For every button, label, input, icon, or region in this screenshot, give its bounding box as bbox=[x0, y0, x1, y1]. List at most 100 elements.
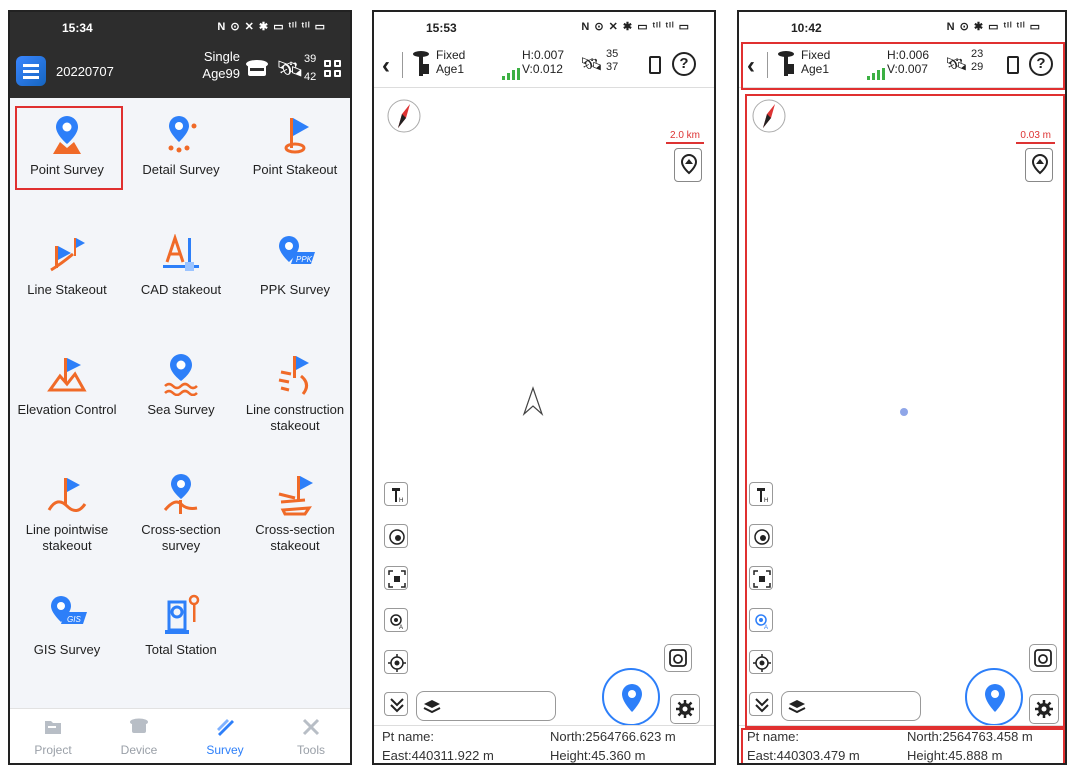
app-header: 20220707 Single Age99 🛰 39 42 bbox=[10, 42, 350, 98]
app-logo-icon[interactable] bbox=[16, 56, 46, 86]
status-time: 10:42 bbox=[791, 21, 822, 35]
satellite-count: 35 37 bbox=[606, 48, 618, 74]
solution-type: Fixed bbox=[801, 48, 831, 62]
status-icons: N ⊙ ✕ ✱ ▭ ᵗᴵˡ ᵗᴵˡ ▭ bbox=[581, 21, 690, 33]
menu-item-gis-survey[interactable]: GIS GIS Survey bbox=[10, 578, 124, 694]
tilt-button[interactable] bbox=[384, 524, 408, 548]
locate-button[interactable] bbox=[749, 650, 773, 674]
stakeout-toggle-button[interactable] bbox=[1025, 148, 1053, 182]
menu-item-point-survey[interactable]: Point Survey bbox=[10, 98, 124, 214]
tab-label: Survey bbox=[206, 743, 244, 757]
tab-project[interactable]: Project bbox=[10, 709, 96, 763]
satellite-count: 23 29 bbox=[971, 48, 983, 74]
layer-selector[interactable] bbox=[781, 691, 921, 721]
east-value: East:440303.479 m bbox=[747, 748, 860, 763]
zoom-extent-button[interactable] bbox=[749, 566, 773, 590]
menu-item-line-stakeout[interactable]: Line Stakeout bbox=[10, 218, 124, 334]
tab-tools[interactable]: Tools bbox=[268, 709, 350, 763]
battery-icon[interactable] bbox=[649, 56, 661, 74]
receiver-icon[interactable] bbox=[777, 50, 795, 78]
back-icon[interactable]: ‹ bbox=[747, 52, 755, 80]
svg-text:A: A bbox=[399, 625, 403, 630]
height-value: Height:45.888 m bbox=[907, 748, 1003, 763]
menu-item-line-construction-stakeout[interactable]: Line construction stakeout bbox=[238, 338, 350, 454]
project-name[interactable]: 20220707 bbox=[56, 64, 114, 79]
menu-item-total-station[interactable]: Total Station bbox=[124, 578, 238, 694]
zoom-extent-button[interactable] bbox=[384, 566, 408, 590]
antenna-height-button[interactable]: H bbox=[384, 482, 408, 506]
camera-icon bbox=[669, 649, 687, 667]
menu-item-cross-section-survey[interactable]: Cross-section survey bbox=[124, 458, 238, 574]
auto-center-button[interactable]: A bbox=[749, 608, 773, 632]
survey-function-grid: Point Survey Detail Survey Point Stakeou… bbox=[10, 98, 350, 712]
sea-survey-icon bbox=[164, 354, 198, 396]
height-value: Height:45.360 m bbox=[550, 748, 646, 763]
menu-item-detail-survey[interactable]: Detail Survey bbox=[124, 98, 238, 214]
stakeout-toggle-button[interactable] bbox=[674, 148, 702, 182]
tilt-button[interactable] bbox=[749, 524, 773, 548]
tab-device[interactable]: Device bbox=[96, 709, 182, 763]
tilt-icon bbox=[754, 529, 770, 545]
camera-icon bbox=[1034, 649, 1052, 667]
solution-status[interactable]: Fixed Age1 bbox=[436, 48, 465, 76]
menu-item-label: Elevation Control bbox=[17, 402, 117, 417]
camera-button[interactable] bbox=[664, 644, 692, 672]
survey-header: ‹ Fixed Age1 H:0.006 V:0.007 🛰 23 29 ? bbox=[739, 42, 1065, 88]
map-canvas[interactable]: 0.03 m H A bbox=[739, 88, 1065, 728]
satellite-count: 39 42 bbox=[304, 50, 316, 86]
tab-survey[interactable]: Survey bbox=[182, 709, 268, 763]
bottom-tab-bar: Project Device Survey Tools bbox=[10, 708, 350, 763]
menu-item-cad-stakeout[interactable]: CAD stakeout bbox=[124, 218, 238, 334]
coordinate-info-bar: Pt name: North:2564763.458 m East:440303… bbox=[739, 725, 1065, 763]
battery-icon[interactable] bbox=[1007, 56, 1019, 74]
menu-item-point-stakeout[interactable]: Point Stakeout bbox=[238, 98, 350, 214]
gis-tag: GIS bbox=[67, 615, 81, 624]
menu-item-ppk-survey[interactable]: PPK PPK Survey bbox=[238, 218, 350, 334]
menu-item-elevation-control[interactable]: Elevation Control bbox=[10, 338, 124, 454]
back-icon[interactable]: ‹ bbox=[382, 52, 390, 80]
solution-type: Fixed bbox=[436, 48, 466, 62]
menu-item-label: Detail Survey bbox=[142, 162, 220, 177]
menu-item-cross-section-stakeout[interactable]: Cross-section stakeout bbox=[238, 458, 350, 574]
precision-values: H:0.007 V:0.012 bbox=[522, 48, 564, 76]
receiver-icon[interactable] bbox=[412, 50, 430, 78]
satellite-icon[interactable]: 🛰 bbox=[580, 54, 603, 75]
collapse-button[interactable] bbox=[384, 692, 408, 716]
position-arrow-icon bbox=[522, 386, 544, 416]
solution-status[interactable]: Single Age99 bbox=[188, 48, 240, 82]
locate-button[interactable] bbox=[384, 650, 408, 674]
satellite-icon[interactable]: 🛰 bbox=[276, 56, 304, 82]
tools-icon bbox=[302, 718, 320, 736]
satellites-visible: 29 bbox=[971, 61, 984, 73]
gear-icon bbox=[676, 700, 694, 718]
help-icon[interactable]: ? bbox=[672, 52, 696, 76]
collect-point-button[interactable] bbox=[602, 668, 660, 726]
precision-values: H:0.006 V:0.007 bbox=[887, 48, 929, 76]
divider bbox=[402, 52, 403, 78]
layer-selector[interactable] bbox=[416, 691, 556, 721]
compass-icon[interactable] bbox=[751, 98, 787, 134]
collect-point-button[interactable] bbox=[965, 668, 1023, 726]
ruler-pencil-icon bbox=[217, 719, 234, 736]
satellite-icon[interactable]: 🛰 bbox=[945, 54, 968, 75]
compass-icon[interactable] bbox=[386, 98, 422, 134]
auto-center-button[interactable]: A bbox=[384, 608, 408, 632]
menu-item-sea-survey[interactable]: Sea Survey bbox=[124, 338, 238, 454]
map-canvas[interactable]: 2.0 km H A bbox=[374, 88, 714, 728]
status-icons: N ⊙ ✕ ✱ ▭ ᵗᴵˡ ᵗᴵˡ ▭ bbox=[217, 21, 326, 33]
antenna-height-button[interactable]: H bbox=[749, 482, 773, 506]
help-icon[interactable]: ? bbox=[1029, 52, 1053, 76]
zoom-extent-icon bbox=[753, 570, 771, 588]
grid-menu-icon[interactable] bbox=[324, 60, 342, 78]
camera-button[interactable] bbox=[1029, 644, 1057, 672]
menu-item-line-pointwise-stakeout[interactable]: Line pointwise stakeout bbox=[10, 458, 124, 574]
collapse-button[interactable] bbox=[749, 692, 773, 716]
receiver-icon[interactable] bbox=[244, 58, 270, 80]
map-scale: 2.0 km bbox=[665, 130, 704, 144]
map-pin-icon bbox=[622, 684, 642, 712]
menu-item-label: Cross-section survey bbox=[141, 522, 221, 553]
settings-button[interactable] bbox=[1029, 694, 1059, 724]
solution-status[interactable]: Fixed Age1 bbox=[801, 48, 830, 76]
settings-button[interactable] bbox=[670, 694, 700, 724]
status-icons: N ⊙ ✱ ▭ ᵗᴵˡ ᵗᴵˡ ▭ bbox=[946, 21, 1041, 33]
